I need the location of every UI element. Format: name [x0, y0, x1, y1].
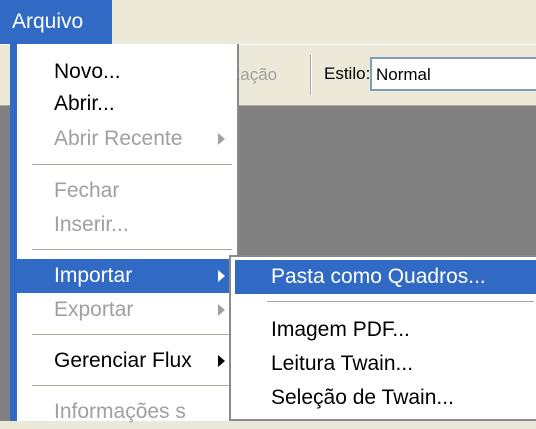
- menu-bar: Arquivo: [0, 0, 536, 44]
- style-label: Estilo:: [324, 64, 371, 83]
- menu-item-label: Informações s: [54, 400, 186, 423]
- menu-item-label: Novo...: [54, 60, 121, 83]
- submenu-item-label: Leitura Twain...: [271, 352, 414, 375]
- menu-separator: [267, 301, 534, 303]
- submenu-item-label: Seleção de Twain...: [271, 386, 454, 409]
- import-submenu: Pasta como Quadros... Imagem PDF... Leit…: [229, 255, 536, 421]
- style-select[interactable]: Normal: [370, 57, 536, 91]
- menu-item-inserir[interactable]: Inserir...: [17, 208, 239, 242]
- menu-item-gerenciar-flux[interactable]: Gerenciar Flux: [17, 344, 239, 378]
- submenu-item-label: Imagem PDF...: [271, 318, 410, 341]
- toolbar-separator: [310, 55, 312, 95]
- submenu-item-leitura-twain[interactable]: Leitura Twain...: [235, 347, 536, 381]
- menu-item-fechar[interactable]: Fechar: [17, 174, 239, 208]
- menu-item-label: Gerenciar Flux: [54, 349, 192, 372]
- menu-separator: [32, 249, 232, 251]
- menu-item-label: Importar: [54, 264, 133, 287]
- menu-arquivo[interactable]: Arquivo: [0, 0, 112, 44]
- menu-item-novo[interactable]: Novo...: [17, 56, 239, 88]
- menu-item-label: Abrir...: [54, 92, 115, 115]
- menu-item-label: Fechar: [54, 179, 120, 202]
- submenu-arrow-icon: [218, 355, 225, 367]
- menu-item-informacoes[interactable]: Informações s: [17, 395, 239, 429]
- menu-item-label: Abrir Recente: [54, 127, 183, 150]
- menu-item-abrir-recente[interactable]: Abrir Recente: [17, 122, 239, 156]
- submenu-item-imagem-pdf[interactable]: Imagem PDF...: [235, 313, 536, 347]
- menu-separator: [32, 334, 232, 336]
- submenu-item-label: Pasta como Quadros...: [271, 265, 486, 288]
- menu-separator: [32, 385, 232, 387]
- menu-item-label: Inserir...: [54, 213, 129, 236]
- submenu-item-pasta-como-quadros[interactable]: Pasta como Quadros...: [235, 260, 536, 294]
- menu-separator: [32, 164, 232, 166]
- submenu-arrow-icon: [218, 270, 225, 282]
- file-menu-dropdown: Novo... Abrir... Abrir Recente Fechar In…: [10, 44, 239, 423]
- menu-item-importar[interactable]: Importar: [17, 259, 239, 293]
- menu-item-exportar[interactable]: Exportar: [17, 293, 239, 327]
- menu-item-label: Exportar: [54, 298, 134, 321]
- submenu-arrow-icon: [218, 304, 225, 316]
- menu-item-abrir[interactable]: Abrir...: [17, 88, 239, 120]
- submenu-item-selecao-de-twain[interactable]: Seleção de Twain...: [235, 381, 536, 415]
- submenu-arrow-icon: [218, 133, 225, 145]
